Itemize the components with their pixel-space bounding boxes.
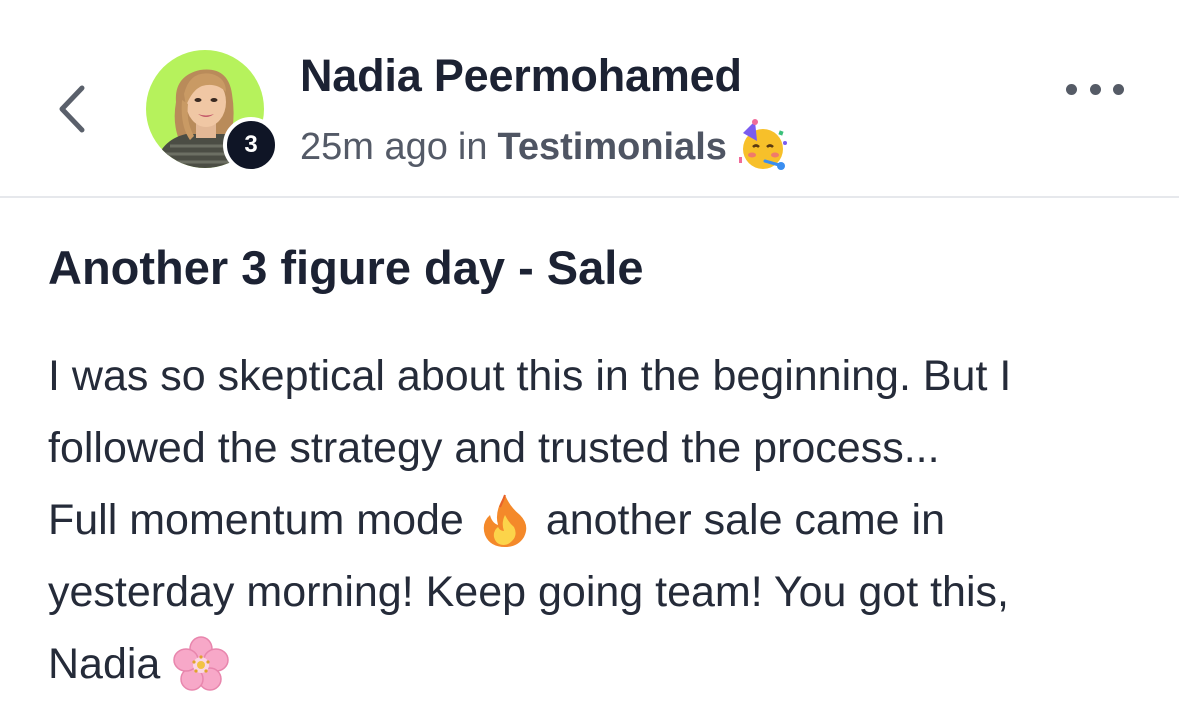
post-meta: 25m ago in Testimonials xyxy=(300,119,791,173)
level-badge: 3 xyxy=(223,117,279,173)
body-line: yesterday morning! Keep going team! You … xyxy=(48,556,1158,628)
post-header: 3 Nadia Peermohamed 25m ago in Testimoni… xyxy=(0,0,1179,198)
post-body: I was so skeptical about this in the beg… xyxy=(48,340,1158,700)
body-line: Full momentum mode another sale came in xyxy=(48,484,1158,556)
chevron-left-icon xyxy=(59,85,85,133)
time-ago: 25m ago xyxy=(300,125,448,168)
body-line: Nadia xyxy=(48,628,1158,700)
dot-icon xyxy=(1089,83,1101,95)
fire-icon xyxy=(483,494,527,547)
more-options-button[interactable] xyxy=(1066,76,1124,102)
body-text: another sale came in xyxy=(545,496,945,544)
post-title: Another 3 figure day - Sale xyxy=(48,241,644,294)
body-text: yesterday morning! Keep going team! You … xyxy=(48,568,1009,616)
author-name[interactable]: Nadia Peermohamed xyxy=(300,50,742,102)
back-button[interactable] xyxy=(52,82,96,136)
cherry-blossom-icon xyxy=(173,636,230,691)
body-text: followed the strategy and trusted the pr… xyxy=(48,424,940,472)
body-text: Full momentum mode xyxy=(48,496,464,544)
category-link[interactable]: Testimonials xyxy=(497,126,726,169)
body-line: I was so skeptical about this in the beg… xyxy=(48,340,1158,412)
body-text: I was so skeptical about this in the beg… xyxy=(48,352,1012,400)
dot-icon xyxy=(1066,83,1077,95)
partying-face-icon xyxy=(738,119,787,170)
body-text: Nadia xyxy=(48,640,161,688)
dot-icon xyxy=(1113,83,1124,95)
in-label: in xyxy=(457,125,488,168)
body-line: followed the strategy and trusted the pr… xyxy=(48,412,1158,484)
post-screen: 3 Nadia Peermohamed 25m ago in Testimoni… xyxy=(0,0,1179,701)
